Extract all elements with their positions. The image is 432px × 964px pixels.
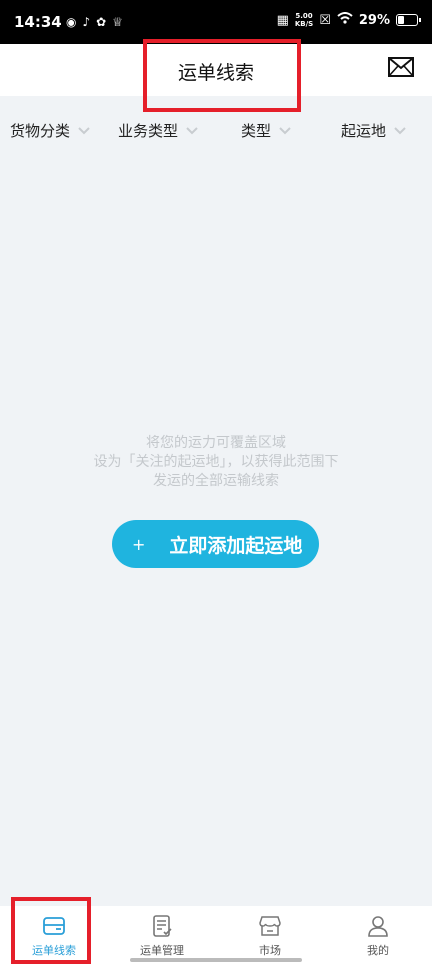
chevron-down-icon — [394, 126, 406, 134]
chevron-down-icon — [78, 126, 90, 134]
filter-cargo-category[interactable]: 货物分类 — [10, 120, 90, 141]
filter-business-type[interactable]: 业务类型 — [118, 120, 198, 141]
title-highlight-box — [143, 39, 301, 112]
plus-icon: + — [132, 534, 146, 554]
tab-mine[interactable]: 我的 — [324, 906, 432, 964]
music-note-icon: ♪ — [82, 15, 91, 29]
store-icon — [259, 916, 281, 936]
empty-state-message: 将您的运力可覆盖区域 设为「关注的起运地」，以获得此范围下 发运的全部运输线索 — [93, 435, 339, 489]
tab-waybill-management[interactable]: 运单管理 — [108, 906, 216, 964]
tab-highlight-box — [11, 897, 91, 964]
battery-icon — [396, 14, 421, 26]
filter-bar: 货物分类 业务类型 类型 起运地 — [0, 110, 432, 150]
add-origin-button[interactable]: + 立即添加起运地 — [112, 520, 319, 568]
net-speed: 5.00 KB/S — [294, 12, 314, 28]
leaf-icon: ✿ — [96, 15, 107, 29]
battery-percent: 29% — [358, 12, 390, 28]
status-time: 14:34 — [14, 13, 62, 31]
cat-icon: ◉ — [66, 15, 77, 29]
filter-origin[interactable]: 起运地 — [341, 120, 406, 141]
crown-icon: ♕ — [112, 15, 123, 29]
home-indicator[interactable] — [130, 958, 302, 962]
chevron-down-icon — [186, 126, 198, 134]
status-bar: 14:34 ◉ ♪ ✿ ♕ ▦ 5.00 KB/S ☒ 29% — [0, 0, 432, 44]
status-right: ▦ 5.00 KB/S ☒ 29% — [276, 12, 421, 28]
wifi-icon — [337, 12, 353, 28]
mail-icon[interactable] — [388, 57, 414, 77]
document-icon — [153, 915, 172, 937]
vibrate-icon: ▦ — [276, 12, 289, 28]
chevron-down-icon — [279, 126, 291, 134]
tab-market[interactable]: 市场 — [216, 906, 324, 964]
filter-type[interactable]: 类型 — [241, 120, 291, 141]
notification-icons: ◉ ♪ ✿ ♕ — [66, 15, 123, 29]
sim-icon: ☒ — [319, 12, 331, 28]
user-icon — [368, 916, 388, 937]
add-origin-label: 立即添加起运地 — [169, 534, 303, 557]
